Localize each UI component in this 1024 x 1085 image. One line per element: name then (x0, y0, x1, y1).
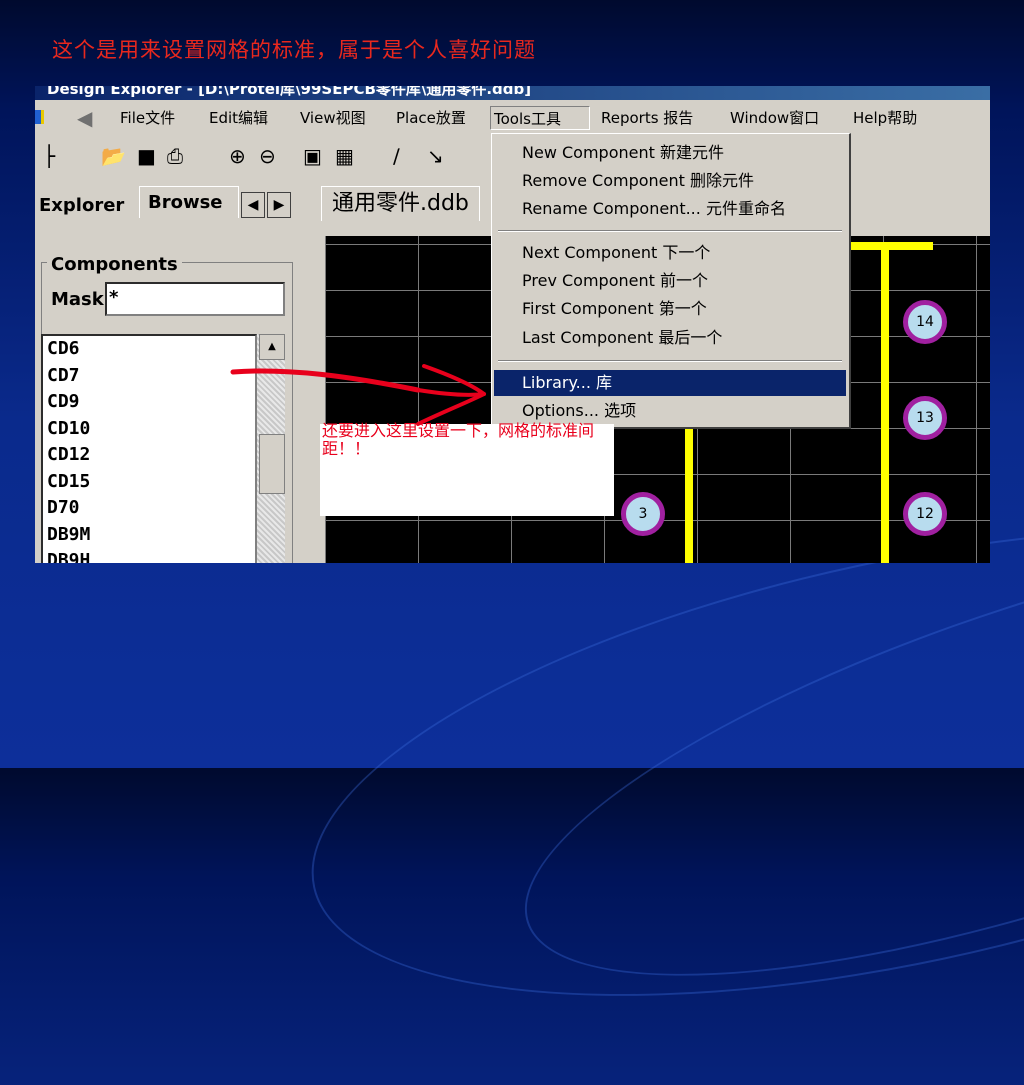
draw-line-icon[interactable]: ∕ (393, 144, 400, 168)
menu-separator (498, 230, 842, 232)
menu-remove-component[interactable]: Remove Component 删除元件 (494, 168, 846, 194)
pcb-pad[interactable]: 13 (903, 396, 947, 440)
menu-file[interactable]: File文件 (117, 106, 178, 130)
menu-new-component[interactable]: New Component 新建元件 (494, 140, 846, 166)
menu-place[interactable]: Place放置 (393, 106, 469, 130)
menu-reports[interactable]: Reports 报告 (598, 106, 696, 130)
annotation-box: 还要进入这里设置一下，网格的标准间距！！ (320, 422, 614, 516)
tools-dropdown-menu: New Component 新建元件 Remove Component 删除元件… (491, 133, 851, 429)
red-arrow-icon (230, 364, 486, 426)
list-item[interactable]: CD12 (43, 442, 255, 469)
menu-last-component[interactable]: Last Component 最后一个 (494, 325, 846, 351)
select-icon[interactable]: ↘ (427, 144, 444, 168)
menu-tools[interactable]: Tools工具 (490, 106, 590, 130)
menu-library[interactable]: Library... 库 (494, 370, 846, 396)
print-icon[interactable]: ⎙ (167, 144, 183, 168)
back-arrow-icon[interactable]: ◀ (77, 106, 92, 130)
list-item[interactable]: D70 (43, 495, 255, 522)
tab-explorer[interactable]: Explorer (39, 190, 124, 222)
list-item[interactable]: CD6 (43, 336, 255, 363)
components-label: Components (47, 254, 182, 275)
app-logo-icon (35, 110, 44, 124)
zoom-out-icon[interactable]: ⊖ (259, 144, 276, 168)
list-item[interactable]: CD10 (43, 416, 255, 443)
tab-scroll-right-icon[interactable]: ▶ (267, 192, 291, 218)
menu-view[interactable]: View视图 (297, 106, 369, 130)
menu-prev-component[interactable]: Prev Component 前一个 (494, 268, 846, 294)
tab-scroll-left-icon[interactable]: ◀ (241, 192, 265, 218)
pcb-pad[interactable]: 3 (621, 492, 665, 536)
list-item[interactable]: DB9M (43, 522, 255, 549)
component-list[interactable]: CD6 CD7 CD9 CD10 CD12 CD15 D70 DB9M DB9H (41, 334, 257, 563)
list-item[interactable]: CD15 (43, 469, 255, 496)
tree-icon[interactable]: ├ (43, 144, 55, 168)
tab-browse[interactable]: Browse (139, 186, 239, 218)
zoom-in-icon[interactable]: ⊕ (229, 144, 246, 168)
mask-label: Mask (51, 289, 104, 310)
menu-first-component[interactable]: First Component 第一个 (494, 296, 846, 322)
document-tab[interactable]: 通用零件.ddb (321, 186, 480, 221)
list-item[interactable]: CD9 (43, 389, 255, 416)
window-title-bar: Design Explorer - [D:\Protel库\99SEPCB零件库… (35, 86, 990, 100)
slide-title: 这个是用来设置网格的标准，属于是个人喜好问题 (52, 38, 536, 62)
menu-bar: ◀ File文件 Edit编辑 View视图 Place放置 Tools工具 R… (35, 104, 990, 134)
menu-edit[interactable]: Edit编辑 (206, 106, 271, 130)
menu-help[interactable]: Help帮助 (850, 106, 920, 130)
pcb-track (881, 242, 889, 563)
menu-window[interactable]: Window窗口 (727, 106, 822, 130)
menu-separator (498, 360, 842, 362)
zoom-area-icon[interactable]: ▦ (335, 144, 354, 168)
save-icon[interactable]: ■ (137, 144, 156, 168)
scroll-up-icon[interactable]: ▲ (259, 334, 285, 360)
zoom-fit-icon[interactable]: ▣ (303, 144, 322, 168)
mask-input[interactable]: * (105, 282, 285, 316)
pcb-pad[interactable]: 14 (903, 300, 947, 344)
scroll-thumb[interactable] (259, 434, 285, 494)
open-folder-icon[interactable]: 📂 (101, 144, 126, 168)
menu-rename-component[interactable]: Rename Component... 元件重命名 (494, 196, 846, 222)
list-item[interactable]: CD7 (43, 363, 255, 390)
pcb-pad[interactable]: 12 (903, 492, 947, 536)
list-item[interactable]: DB9H (43, 548, 255, 563)
menu-next-component[interactable]: Next Component 下一个 (494, 240, 846, 266)
